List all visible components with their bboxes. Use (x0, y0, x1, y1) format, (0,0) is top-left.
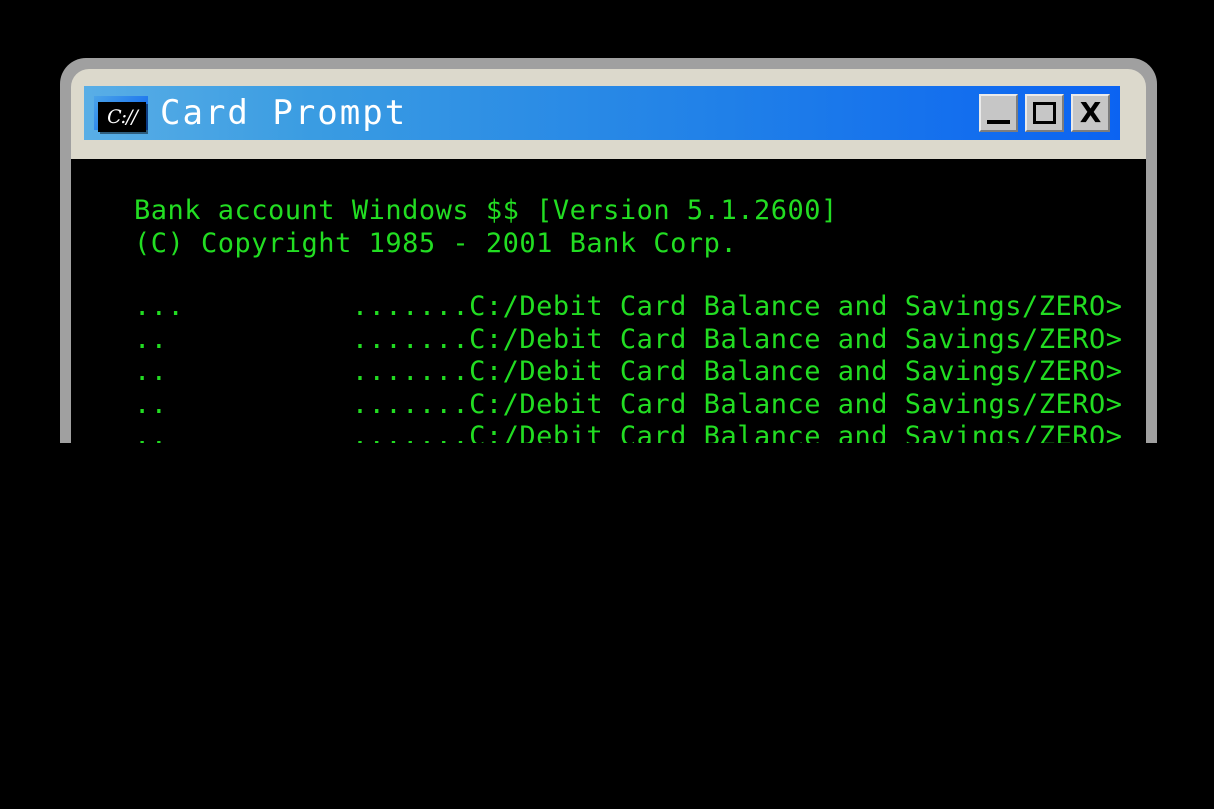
window-title: Card Prompt (160, 93, 408, 133)
minimize-button[interactable] (979, 94, 1018, 132)
close-button[interactable]: X (1071, 94, 1110, 132)
command-prompt-icon-label: C:// (98, 102, 146, 132)
terminal-prompt-block: ... .......C:/Debit Card Balance and Sav… (134, 291, 1146, 454)
maximize-button[interactable] (1025, 94, 1064, 132)
viewport-clip-mask (0, 443, 1214, 809)
window-controls: X (979, 94, 1110, 132)
terminal-prompt-line: ... .......C:/Debit Card Balance and Sav… (134, 291, 1123, 322)
terminal-prompt-line: .. .......C:/Debit Card Balance and Savi… (134, 388, 1123, 420)
terminal-prompt-line: .. .......C:/Debit Card Balance and Savi… (134, 323, 1123, 355)
terminal-header-line: (C) Copyright 1985 - 2001 Bank Corp. (134, 227, 738, 259)
terminal-prompt-line: .. .......C:/Debit Card Balance and Savi… (134, 356, 1123, 387)
maximize-icon (1033, 102, 1056, 124)
command-prompt-icon[interactable]: C:// (94, 96, 148, 132)
minimize-icon (987, 120, 1010, 124)
terminal-header-line: Bank account Windows $$ [Version 5.1.260… (134, 195, 838, 226)
close-icon: X (1079, 96, 1102, 129)
title-bar[interactable]: C:// Card Prompt X (84, 86, 1120, 140)
